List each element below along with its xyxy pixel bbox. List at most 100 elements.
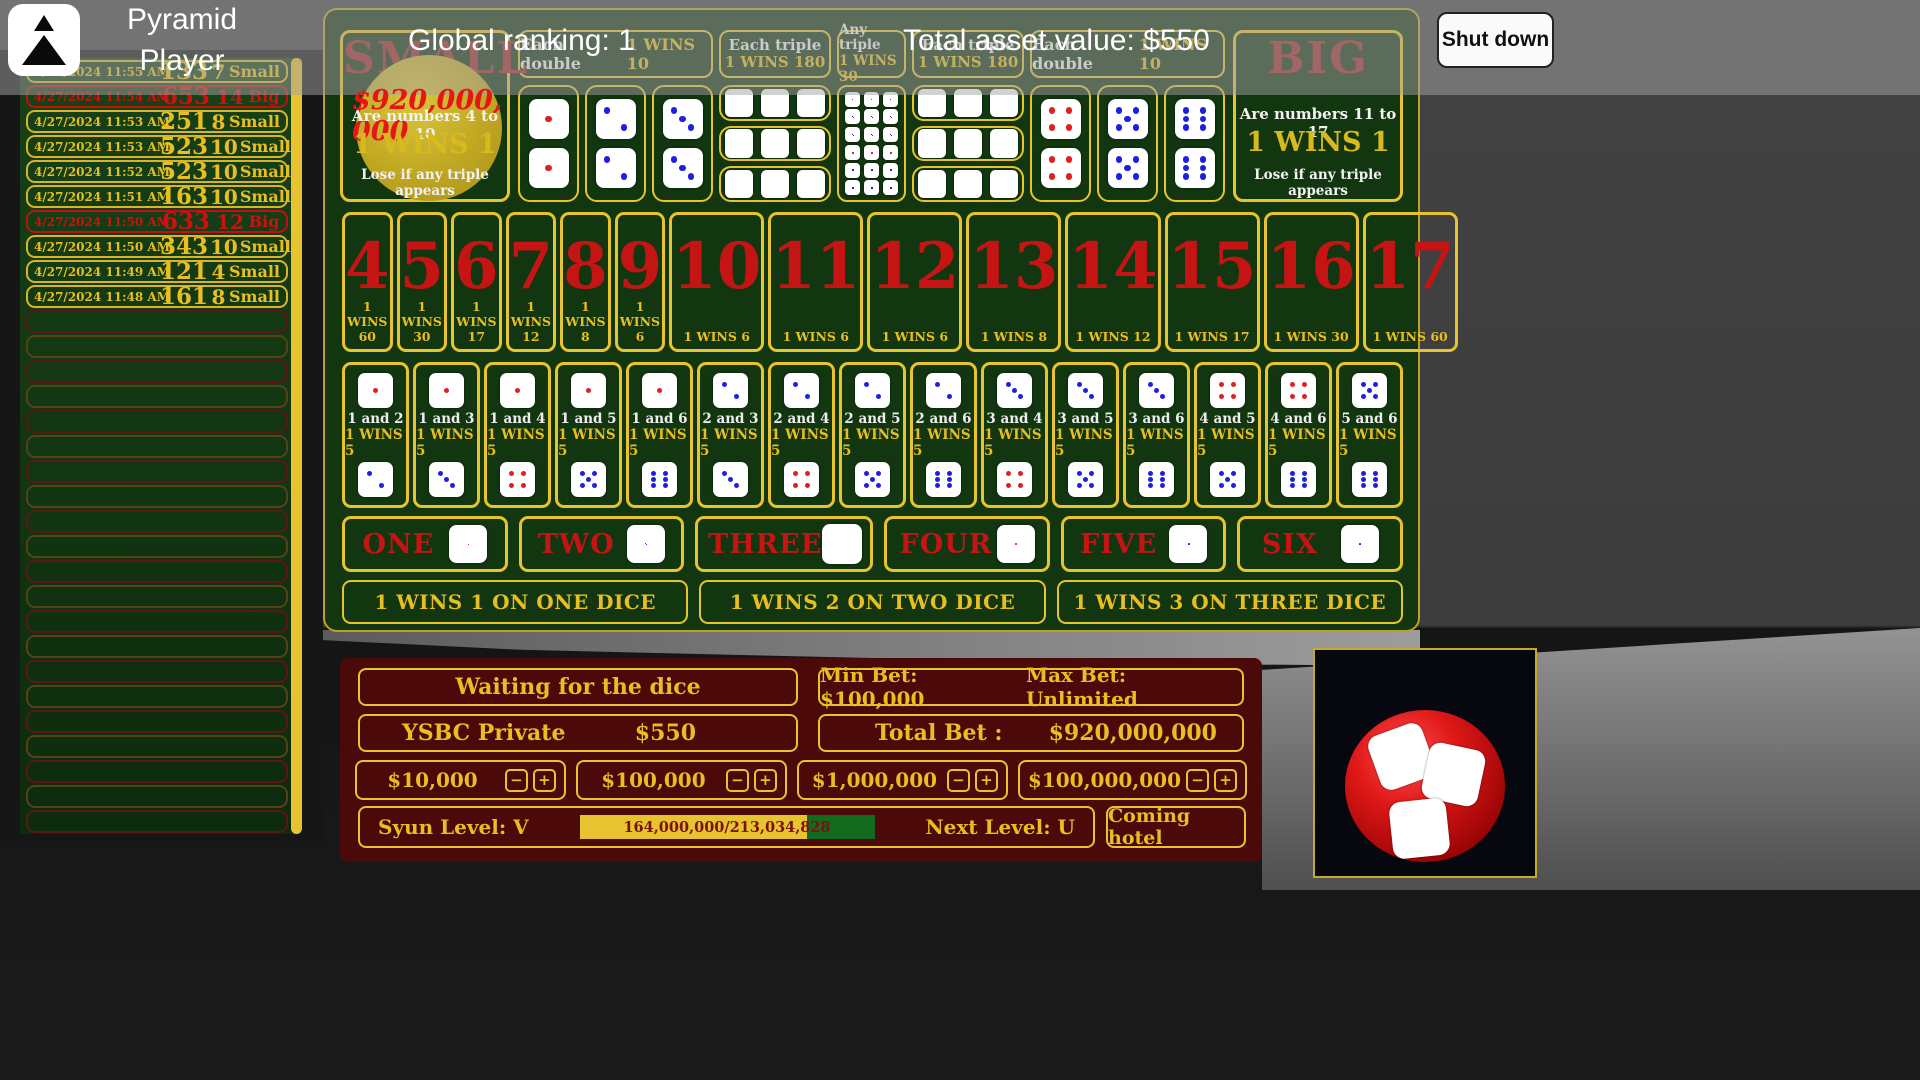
combo-bet-2-5[interactable]: 2 and 51 WINS 5 bbox=[839, 362, 906, 508]
die-3-icon bbox=[845, 127, 860, 142]
double-bet-1[interactable] bbox=[518, 85, 579, 202]
triple-bet-3[interactable] bbox=[719, 166, 831, 202]
die-5-icon bbox=[1352, 373, 1387, 408]
number-bet-4[interactable]: 41 WINS 60 bbox=[342, 212, 393, 352]
single-bet-5[interactable]: FIVE bbox=[1061, 516, 1227, 572]
double-bet-6[interactable] bbox=[1164, 85, 1225, 202]
number-bet-17[interactable]: 171 WINS 60 bbox=[1363, 212, 1458, 352]
bet-increase-button[interactable]: + bbox=[754, 769, 777, 792]
double-bet-4[interactable] bbox=[1030, 85, 1091, 202]
history-scrollbar[interactable] bbox=[291, 58, 302, 834]
triple-bet-6[interactable] bbox=[912, 166, 1024, 202]
combo-label: 2 and 3 bbox=[702, 411, 758, 427]
combo-bet-1-4[interactable]: 1 and 41 WINS 5 bbox=[484, 362, 551, 508]
combo-bet-1-6[interactable]: 1 and 61 WINS 5 bbox=[626, 362, 693, 508]
number-bet-15[interactable]: 151 WINS 17 bbox=[1165, 212, 1260, 352]
combo-label: 4 and 5 bbox=[1199, 411, 1255, 427]
combo-bet-2-6[interactable]: 2 and 61 WINS 5 bbox=[910, 362, 977, 508]
number-bet-9[interactable]: 91 WINS 6 bbox=[615, 212, 666, 352]
number-payout: 1 WINS 17 bbox=[1168, 329, 1257, 344]
die-4-icon bbox=[500, 462, 535, 497]
number-bet-12[interactable]: 121 WINS 6 bbox=[867, 212, 962, 352]
number-label: 8 bbox=[563, 225, 608, 308]
total-asset-value: Total asset value: $550 bbox=[903, 24, 1210, 58]
history-row-empty bbox=[26, 335, 288, 358]
chip-denomination-1[interactable]: $100,000−+ bbox=[576, 760, 787, 800]
combo-bet-1-5[interactable]: 1 and 51 WINS 5 bbox=[555, 362, 622, 508]
die-6-icon bbox=[883, 180, 898, 195]
triple-bet-5[interactable] bbox=[912, 126, 1024, 162]
number-bet-6[interactable]: 61 WINS 17 bbox=[451, 212, 502, 352]
single-bet-4[interactable]: FOUR bbox=[884, 516, 1050, 572]
number-payout: 1 WINS 17 bbox=[454, 299, 499, 344]
bet-decrease-button[interactable]: − bbox=[947, 769, 970, 792]
combo-bet-2-4[interactable]: 2 and 41 WINS 5 bbox=[768, 362, 835, 508]
combo-bet-4-5[interactable]: 4 and 51 WINS 5 bbox=[1194, 362, 1261, 508]
combo-payout: 1 WINS 5 bbox=[1126, 427, 1187, 459]
number-label: 13 bbox=[969, 225, 1058, 308]
history-row-empty bbox=[26, 610, 288, 633]
chip-value: $10,000 bbox=[365, 768, 500, 792]
combo-bet-5-6[interactable]: 5 and 61 WINS 5 bbox=[1336, 362, 1403, 508]
history-total: 12 bbox=[214, 212, 246, 232]
single-bet-6[interactable]: SIX bbox=[1237, 516, 1403, 572]
combo-bet-3-6[interactable]: 3 and 61 WINS 5 bbox=[1123, 362, 1190, 508]
number-bet-13[interactable]: 131 WINS 8 bbox=[966, 212, 1061, 352]
dice-payout-info: 1 WINS 2 ON TWO DICE bbox=[699, 580, 1045, 624]
die-5-icon bbox=[855, 462, 890, 497]
bet-increase-button[interactable]: + bbox=[975, 769, 998, 792]
number-bet-7[interactable]: 71 WINS 12 bbox=[506, 212, 557, 352]
double-bet-2[interactable] bbox=[585, 85, 646, 202]
number-bet-16[interactable]: 161 WINS 30 bbox=[1264, 212, 1359, 352]
number-bet-10[interactable]: 101 WINS 6 bbox=[669, 212, 764, 352]
combo-bet-4-6[interactable]: 4 and 61 WINS 5 bbox=[1265, 362, 1332, 508]
combo-bet-3-4[interactable]: 3 and 41 WINS 5 bbox=[981, 362, 1048, 508]
combo-bet-2-3[interactable]: 2 and 31 WINS 5 bbox=[697, 362, 764, 508]
history-row-empty bbox=[26, 785, 288, 808]
triple-bet-2[interactable] bbox=[719, 126, 831, 162]
number-bet-11[interactable]: 111 WINS 6 bbox=[768, 212, 863, 352]
combo-label: 2 and 4 bbox=[773, 411, 829, 427]
die-6-icon bbox=[1175, 148, 1215, 188]
combo-bet-1-2[interactable]: 1 and 21 WINS 5 bbox=[342, 362, 409, 508]
pyramid-logo-icon[interactable] bbox=[8, 4, 80, 76]
die-3-icon bbox=[429, 462, 464, 497]
any-triple-bet-area[interactable] bbox=[837, 85, 906, 202]
history-dice: 343 bbox=[160, 235, 208, 258]
combo-label: 1 and 6 bbox=[631, 411, 687, 427]
die-6-icon bbox=[918, 170, 946, 198]
double-bet-3[interactable] bbox=[652, 85, 713, 202]
sicbo-game-screen: 4/27/2024 11:55 AM1337Small4/27/2024 11:… bbox=[0, 0, 1920, 1080]
die-6-icon bbox=[1281, 462, 1316, 497]
each-triple-left-zone bbox=[719, 85, 831, 202]
die-6-icon bbox=[642, 462, 677, 497]
bet-increase-button[interactable]: + bbox=[1214, 769, 1237, 792]
combo-label: 3 and 5 bbox=[1057, 411, 1113, 427]
single-bet-2[interactable]: TWO bbox=[519, 516, 685, 572]
bet-decrease-button[interactable]: − bbox=[726, 769, 749, 792]
chip-denomination-2[interactable]: $1,000,000−+ bbox=[797, 760, 1008, 800]
bet-increase-button[interactable]: + bbox=[533, 769, 556, 792]
total-bet-label: Total Bet : bbox=[875, 720, 1003, 746]
number-bet-8[interactable]: 81 WINS 8 bbox=[560, 212, 611, 352]
coming-hotel-button[interactable]: Coming hotel bbox=[1106, 806, 1246, 848]
chip-denomination-3[interactable]: $100,000,000−+ bbox=[1018, 760, 1247, 800]
combo-bet-1-3[interactable]: 1 and 31 WINS 5 bbox=[413, 362, 480, 508]
number-bet-5[interactable]: 51 WINS 30 bbox=[397, 212, 448, 352]
die-3-icon bbox=[663, 148, 703, 188]
chip-denomination-0[interactable]: $10,000−+ bbox=[355, 760, 566, 800]
single-bet-3[interactable]: THREE bbox=[695, 516, 873, 572]
die-4-icon bbox=[883, 145, 898, 160]
combo-bet-3-5[interactable]: 3 and 51 WINS 5 bbox=[1052, 362, 1119, 508]
big-payout: 1 WINS 1 bbox=[1236, 127, 1400, 158]
double-bet-5[interactable] bbox=[1097, 85, 1158, 202]
bet-decrease-button[interactable]: − bbox=[1186, 769, 1209, 792]
single-bet-1[interactable]: ONE bbox=[342, 516, 508, 572]
combo-label: 2 and 5 bbox=[844, 411, 900, 427]
combo-label: 1 and 5 bbox=[560, 411, 616, 427]
bet-decrease-button[interactable]: − bbox=[505, 769, 528, 792]
shutdown-button[interactable]: Shut down bbox=[1437, 12, 1554, 68]
history-time: 4/27/2024 11:48 AM bbox=[34, 290, 158, 304]
number-bet-14[interactable]: 141 WINS 12 bbox=[1065, 212, 1160, 352]
number-payout: 1 WINS 6 bbox=[672, 329, 761, 344]
